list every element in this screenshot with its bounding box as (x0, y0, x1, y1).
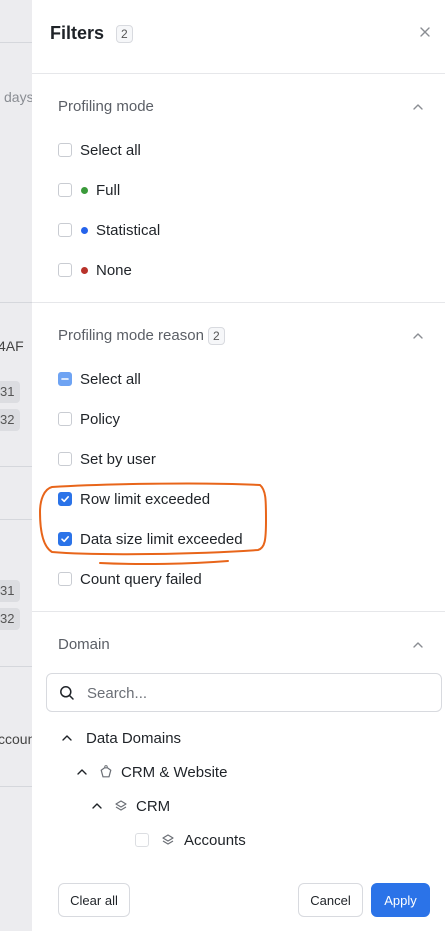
option-label: None (96, 261, 132, 279)
chevron-up-icon[interactable] (75, 765, 89, 779)
reason-policy[interactable]: Policy (58, 409, 120, 429)
domain-icon (99, 765, 113, 779)
filters-drawer: Filters 2 Profiling mode Select all Full… (32, 0, 445, 931)
search-input[interactable] (87, 683, 427, 703)
checked-checkbox[interactable] (58, 492, 72, 506)
background-chip: 32 (0, 608, 21, 630)
reason-data-size-limit-exceeded[interactable]: Data size limit exceeded (58, 529, 243, 549)
tree-node-label: Data Domains (86, 729, 182, 747)
option-label: Data size limit exceeded (80, 530, 243, 548)
profiling-mode-heading: Profiling mode (58, 98, 154, 115)
profiling-mode-reason-heading: Profiling mode reason (58, 327, 204, 344)
checkbox[interactable] (58, 183, 72, 197)
option-label: Set by user (80, 450, 156, 468)
reason-count-query-failed[interactable]: Count query failed (58, 569, 202, 589)
drawer-header: Filters 2 (32, 0, 445, 74)
reason-set-by-user[interactable]: Set by user (58, 449, 156, 469)
collapse-chevron-up-icon[interactable] (411, 638, 425, 652)
background-text: days (4, 89, 34, 105)
option-label: Policy (80, 410, 121, 428)
status-dot-icon (81, 226, 88, 234)
option-label: Count query failed (80, 570, 202, 588)
profiling-mode-full[interactable]: Full (58, 180, 120, 200)
tree-node-label: CRM (136, 797, 171, 815)
checkbox[interactable] (58, 223, 72, 237)
chevron-up-icon[interactable] (60, 731, 74, 745)
profiling-mode-none[interactable]: None (58, 260, 132, 280)
layers-icon (114, 799, 128, 813)
layers-icon (161, 833, 175, 847)
search-icon (59, 685, 75, 701)
checkbox[interactable] (58, 452, 72, 466)
tree-node-accounts[interactable]: Accounts (135, 830, 246, 850)
option-label: Row limit exceeded (80, 490, 211, 508)
checkbox[interactable] (58, 412, 72, 426)
profiling-mode-section: Profiling mode Select all Full Statistic… (32, 74, 445, 303)
profiling-mode-statistical[interactable]: Statistical (58, 220, 160, 240)
collapse-chevron-up-icon[interactable] (411, 100, 425, 114)
option-label: Statistical (96, 221, 161, 239)
profiling-mode-select-all[interactable]: Select all (58, 140, 141, 160)
apply-button[interactable]: Apply (371, 883, 430, 917)
checkbox[interactable] (58, 572, 72, 586)
indeterminate-checkbox[interactable] (58, 372, 72, 386)
checkbox[interactable] (58, 263, 72, 277)
status-dot-icon (81, 266, 88, 274)
chevron-up-icon[interactable] (90, 799, 104, 813)
active-filter-count-badge: 2 (116, 25, 133, 43)
profiling-mode-reason-section: Profiling mode reason 2 Select all Polic… (32, 303, 445, 612)
reason-select-all[interactable]: Select all (58, 369, 141, 389)
checkbox[interactable] (58, 143, 72, 157)
collapse-chevron-up-icon[interactable] (411, 329, 425, 343)
checked-checkbox[interactable] (58, 532, 72, 546)
option-label: Select all (80, 370, 141, 388)
drawer-title: Filters (50, 23, 105, 43)
option-label: Full (96, 181, 121, 199)
domain-heading: Domain (58, 636, 110, 653)
close-icon[interactable] (417, 24, 433, 40)
background-text: ccoun (0, 731, 36, 747)
tree-node-label: Accounts (184, 831, 246, 849)
tree-node-crm[interactable]: CRM (90, 796, 170, 816)
reason-row-limit-exceeded[interactable]: Row limit exceeded (58, 489, 210, 509)
tree-node-label: CRM & Website (121, 763, 228, 781)
option-label: Select all (80, 141, 141, 159)
background-text: 4AF (0, 338, 24, 354)
clear-all-button[interactable]: Clear all (58, 883, 130, 917)
selected-count-badge: 2 (208, 327, 225, 345)
checkbox[interactable] (135, 833, 149, 847)
background-chip: 32 (0, 409, 21, 431)
domain-search[interactable] (46, 673, 442, 712)
tree-node-data-domains[interactable]: Data Domains (60, 728, 181, 748)
status-dot-icon (81, 186, 88, 194)
background-chip: 31 (0, 381, 21, 403)
tree-node-crm-website[interactable]: CRM & Website (75, 762, 227, 782)
cancel-button[interactable]: Cancel (298, 883, 363, 917)
background-chip: 31 (0, 580, 21, 602)
